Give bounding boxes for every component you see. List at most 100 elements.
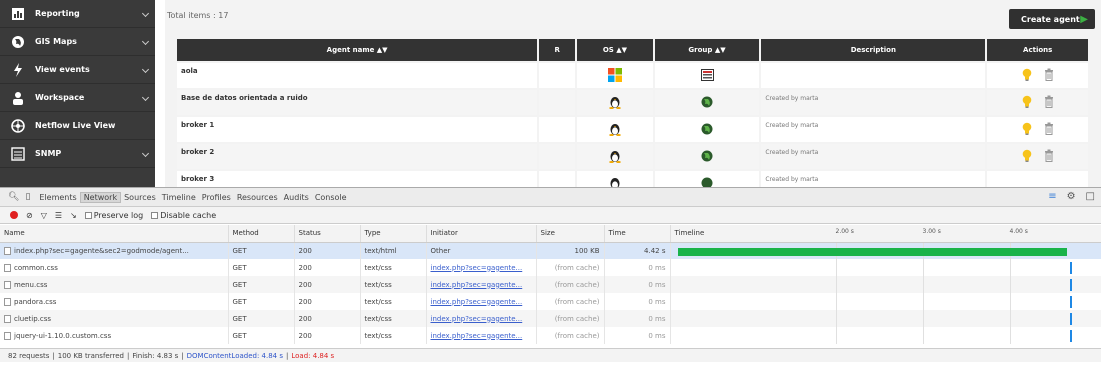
globe-group-icon [654, 117, 760, 142]
col-actions: Actions [987, 39, 1088, 61]
col-agent-name[interactable]: Agent name ▲▼ [177, 39, 538, 61]
col-time[interactable]: Time [604, 225, 671, 243]
search-icon[interactable]: 🔍︎ [8, 192, 19, 202]
trash-icon[interactable] [1044, 68, 1054, 83]
agent-description: Created by marta [761, 144, 986, 169]
device-icon[interactable]: ▯ [25, 192, 30, 202]
table-row: aola [177, 63, 1088, 88]
timeline-mark: 2.00 s [835, 228, 854, 235]
timeline-gridline [835, 276, 837, 293]
tab-elements[interactable]: Elements [36, 193, 79, 202]
request-initiator[interactable]: index.php?sec=gagente... [426, 327, 537, 344]
separator: | [181, 351, 184, 360]
col-method[interactable]: Method [228, 225, 295, 243]
create-agent-button[interactable]: Create agent ▶ [1009, 9, 1095, 29]
timeline-mark: 3.00 s [922, 228, 941, 235]
sidebar-item-view-events[interactable]: View events [0, 56, 155, 84]
gear-icon[interactable]: ⚙ [1067, 191, 1076, 202]
request-row[interactable]: jquery-ui-1.10.0.custom.css GET 200 text/cs… [0, 327, 1101, 344]
tab-profiles[interactable]: Profiles [199, 193, 234, 202]
preserve-log-checkbox[interactable]: Preserve log [84, 211, 143, 220]
screenshot-icon[interactable]: ↘ [70, 211, 77, 220]
timeline-gridline [835, 310, 837, 327]
col-description: Description [761, 39, 986, 61]
lightbulb-icon[interactable] [1022, 122, 1032, 137]
list-view-icon[interactable]: ☰ [55, 211, 62, 220]
console-drawer-icon[interactable]: ≡ [1048, 191, 1056, 202]
agent-r [539, 63, 576, 88]
checkbox-icon [151, 211, 159, 219]
tab-console[interactable]: Console [312, 193, 350, 202]
disable-cache-checkbox[interactable]: Disable cache [151, 211, 216, 220]
agent-name[interactable]: broker 1 [177, 117, 538, 142]
col-timeline[interactable]: Timeline 2.00 s 3.00 s 4.00 s [670, 225, 1101, 243]
agent-actions [987, 63, 1088, 88]
col-timeline-label: Timeline [674, 229, 705, 238]
col-initiator[interactable]: Initiator [426, 225, 537, 243]
lightbulb-icon[interactable] [1022, 149, 1032, 164]
request-initiator[interactable]: index.php?sec=gagente... [426, 310, 537, 327]
col-group[interactable]: Group ▲▼ [654, 39, 760, 61]
col-type[interactable]: Type [360, 225, 427, 243]
tab-audits[interactable]: Audits [281, 193, 312, 202]
request-row[interactable]: index.php?sec=gagente&sec2=godmode/agent… [0, 242, 1101, 259]
col-os[interactable]: OS ▲▼ [577, 39, 653, 61]
lightbulb-icon[interactable] [1022, 68, 1032, 83]
request-row[interactable]: menu.css GET 200 text/css index.php?sec=gage… [0, 276, 1101, 293]
record-icon[interactable] [10, 211, 18, 219]
devtools-controls: ≡ ⚙ □ [1048, 191, 1095, 202]
request-initiator[interactable]: index.php?sec=gagente... [426, 293, 537, 310]
agent-description: Created by marta [761, 117, 986, 142]
tab-timeline[interactable]: Timeline [159, 193, 199, 202]
linux-icon [577, 117, 653, 142]
network-summary: 82 requests | 100 KB transferred | Finis… [0, 348, 1101, 362]
request-time: 0 ms [604, 293, 671, 310]
request-status: 200 [294, 310, 361, 327]
clear-icon[interactable]: ⊘ [26, 211, 33, 220]
col-name[interactable]: Name [0, 225, 229, 243]
sidebar-item-netflow[interactable]: Netflow Live View [0, 112, 155, 140]
timeline-gridline [835, 327, 837, 344]
filter-icon[interactable]: ▽ [41, 211, 47, 220]
timeline-gridline [1009, 310, 1011, 327]
dock-icon[interactable]: □ [1086, 191, 1095, 202]
col-r[interactable]: R [539, 39, 576, 61]
request-size: (from cache) [536, 327, 605, 344]
request-name-text: common.css [14, 263, 58, 272]
globe-group-icon [654, 171, 760, 187]
request-name: cluetip.css [0, 310, 229, 327]
sidebar-item-snmp[interactable]: SNMP [0, 140, 155, 168]
globe-icon [10, 34, 26, 50]
request-initiator[interactable]: index.php?sec=gagente... [426, 276, 537, 293]
request-row[interactable]: common.css GET 200 text/css index.php?sec=ga… [0, 259, 1101, 276]
sidebar-item-workspace[interactable]: Workspace [0, 84, 155, 112]
agent-name[interactable]: broker 2 [177, 144, 538, 169]
trash-icon[interactable] [1044, 149, 1054, 164]
devtools-panel: 🔍︎ ▯ Elements Network Sources Timeline P… [0, 187, 1101, 367]
request-type: text/html [360, 242, 427, 259]
lightbulb-icon[interactable] [1022, 95, 1032, 110]
sidebar-item-reporting[interactable]: Reporting [0, 0, 155, 28]
col-size[interactable]: Size [536, 225, 605, 243]
agent-name[interactable]: broker 3 [177, 171, 538, 187]
tab-sources[interactable]: Sources [121, 193, 159, 202]
checkbox-icon [84, 211, 92, 219]
col-status[interactable]: Status [294, 225, 361, 243]
transferred-size: 100 KB transferred [57, 351, 124, 360]
network-icon [10, 118, 26, 134]
trash-icon[interactable] [1044, 122, 1054, 137]
request-row[interactable]: pandora.css GET 200 text/css index.php?sec=g… [0, 293, 1101, 310]
disable-cache-label: Disable cache [160, 210, 217, 220]
timeline-gridline [835, 259, 837, 276]
create-agent-label: Create agent [1021, 14, 1080, 24]
tab-resources[interactable]: Resources [234, 193, 281, 202]
timeline-gridline [1009, 327, 1011, 344]
timeline-gridline [922, 310, 924, 327]
agent-name[interactable]: aola [177, 63, 538, 88]
tab-network[interactable]: Network [79, 191, 122, 203]
agent-name[interactable]: Base de datos orientada a ruido [177, 90, 538, 115]
sidebar-item-gis-maps[interactable]: GIS Maps [0, 28, 155, 56]
request-initiator[interactable]: index.php?sec=gagente... [426, 259, 537, 276]
trash-icon[interactable] [1044, 95, 1054, 110]
request-row[interactable]: cluetip.css GET 200 text/css index.php?sec=g… [0, 310, 1101, 327]
